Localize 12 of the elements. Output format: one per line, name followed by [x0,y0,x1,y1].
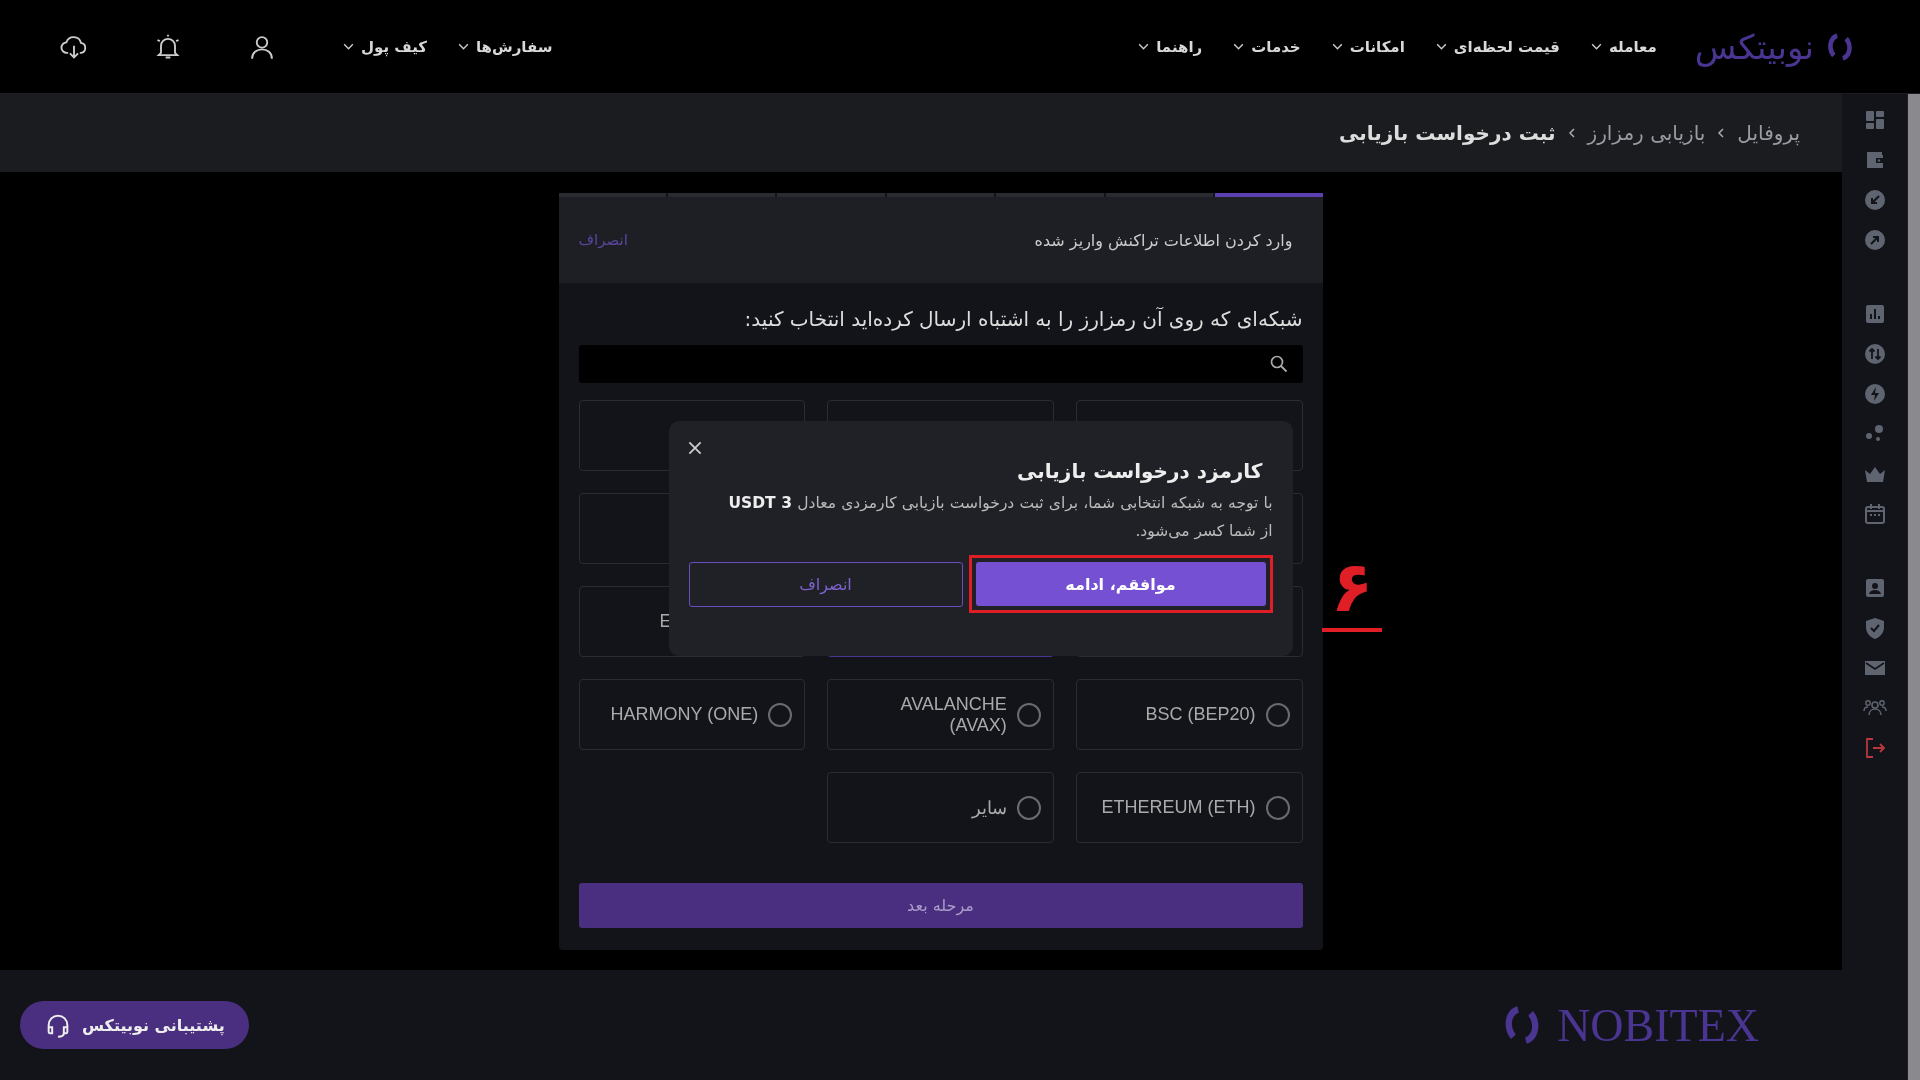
option-label: سایر [971,796,1007,819]
option-label: AVALANCHE (AVAX) [899,693,1007,736]
option-label: HARMONY (ONE) [610,704,759,725]
step-number: ۶ [1330,552,1374,622]
dialog-title: کارمزد درخواست بازیابی [1016,459,1263,483]
card-title: وارد کردن اطلاعات تراکنش واریز شده [1034,230,1293,250]
option-label: BSC (BEP20) [1145,704,1256,725]
option-label: ETHEREUM (ETH) [1101,797,1256,818]
breadcrumb-item: ثبت درخواست بازیابی [1339,121,1556,145]
logo-text: NOBITEX [1557,998,1759,1052]
logo-text: نوبیتکس [1694,26,1814,67]
question-text: شبکه‌ای که روی آن رمزارز را به اشتباه ارسال کرده‌اید انتخاب کنید: [743,307,1303,331]
